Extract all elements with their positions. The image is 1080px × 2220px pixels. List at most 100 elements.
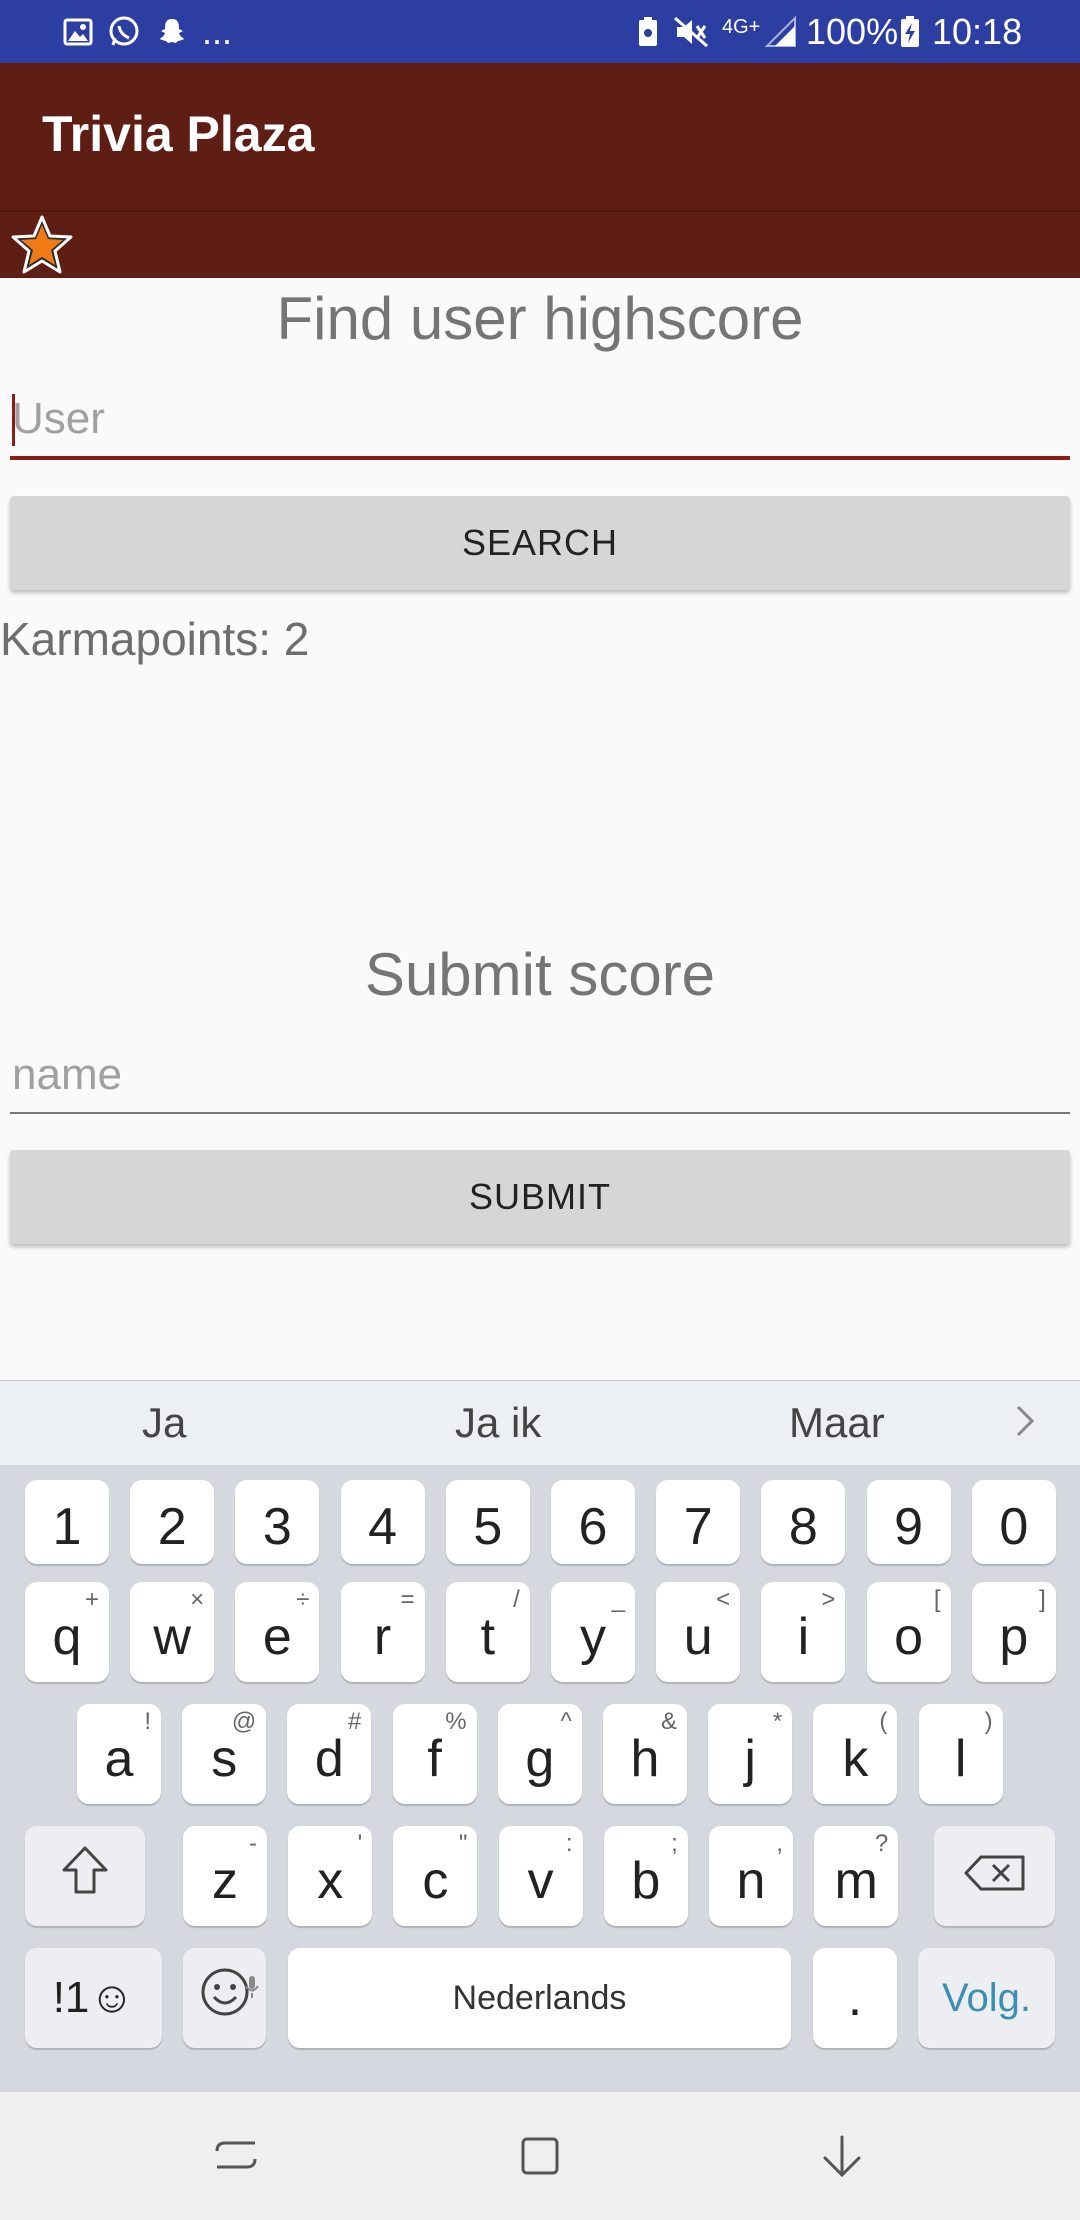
key-label: z (212, 1852, 238, 1910)
submit-button[interactable]: SUBMIT (10, 1150, 1070, 1244)
letter-key[interactable]: s @ (182, 1704, 267, 1804)
letter-key[interactable]: i > (761, 1582, 846, 1682)
app-bar: Trivia Plaza (0, 63, 1080, 210)
letter-key[interactable]: m? (814, 1826, 899, 1926)
letter-key[interactable]: o[ (866, 1582, 951, 1682)
number-key[interactable]: 7 (656, 1480, 741, 1564)
space-key[interactable]: Nederlands (288, 1948, 791, 2048)
suggestion-item[interactable]: Ja ik (455, 1399, 541, 1447)
key-label: q (52, 1608, 82, 1666)
letter-key[interactable]: b; (603, 1826, 688, 1926)
key-label: 8 (788, 1498, 818, 1556)
suggestion-item[interactable]: Maar (789, 1399, 885, 1447)
letter-key[interactable]: n, (709, 1826, 793, 1926)
letter-key[interactable]: v: (498, 1826, 583, 1926)
key-secondary-label: ) (984, 1708, 993, 1735)
letter-key[interactable]: k( (813, 1704, 898, 1804)
key-secondary-label: ^ (560, 1708, 572, 1735)
key-secondary-label: ÷ (296, 1586, 310, 1613)
key-secondary-label: < (716, 1586, 731, 1613)
user-search-input[interactable] (10, 386, 1074, 452)
submit-score-heading: Submit score (364, 941, 716, 1008)
number-key[interactable]: 4 (340, 1480, 425, 1564)
number-key[interactable]: 5 (445, 1480, 530, 1564)
key-label: k (842, 1730, 869, 1788)
letter-key[interactable]: j * (708, 1704, 793, 1804)
letter-key[interactable]: z- (183, 1826, 267, 1926)
shift-key[interactable] (25, 1826, 145, 1926)
next-key[interactable]: Volg. (918, 1948, 1055, 2048)
search-button[interactable]: SEARCH (10, 496, 1070, 590)
letter-key[interactable]: e ÷ (235, 1582, 320, 1682)
key-secondary-label: [ (933, 1586, 941, 1613)
key-secondary-label: , (776, 1830, 783, 1857)
letter-key[interactable]: p] (971, 1582, 1056, 1682)
number-key[interactable]: 6 (551, 1480, 635, 1564)
signal-icon (762, 14, 798, 50)
letter-key[interactable]: d # (287, 1704, 372, 1804)
number-key[interactable]: 9 (866, 1480, 951, 1564)
number-key[interactable]: 2 (130, 1480, 215, 1564)
key-label: v (527, 1852, 554, 1910)
key-label: m (834, 1852, 878, 1910)
key-secondary-label: # (348, 1708, 362, 1735)
number-key[interactable]: 0 (971, 1480, 1056, 1564)
status-bar: ... 4G+ 100% 10:18 (0, 0, 1080, 63)
app-title: Trivia Plaza (42, 106, 315, 162)
letter-key[interactable]: y _ (551, 1582, 635, 1682)
key-label: 2 (157, 1498, 187, 1556)
key-label: j (744, 1730, 756, 1788)
period-key[interactable]: . (813, 1948, 897, 2048)
letter-key[interactable]: u < (656, 1582, 741, 1682)
letter-key[interactable]: h & (603, 1704, 687, 1804)
suggestion-item[interactable]: Ja (142, 1399, 186, 1447)
backspace-icon (963, 1846, 1027, 1906)
chevron-right-icon[interactable] (1012, 1401, 1040, 1446)
mute-icon (672, 14, 710, 50)
name-field-container (10, 1042, 1074, 1114)
letter-key[interactable]: x ' (288, 1826, 373, 1926)
gallery-icon (62, 14, 94, 50)
karmapoints-result: Karmapoints: 2 (0, 613, 310, 665)
letter-key[interactable]: q + (25, 1582, 109, 1682)
key-label: b (631, 1852, 661, 1910)
number-key[interactable]: 8 (761, 1480, 846, 1564)
battery-saver-icon (636, 14, 660, 50)
backspace-key[interactable] (934, 1826, 1055, 1926)
key-secondary-label: - (249, 1830, 257, 1857)
toolbar (0, 210, 1080, 278)
key-label: x (317, 1852, 344, 1910)
snapchat-icon (155, 14, 189, 50)
letter-key[interactable]: l) (918, 1704, 1003, 1804)
letter-key[interactable]: a! (77, 1704, 161, 1804)
letter-key[interactable]: r = (340, 1582, 425, 1682)
symbols-key[interactable]: !1☺ (25, 1948, 162, 2048)
back-icon[interactable] (802, 2126, 882, 2186)
number-key[interactable]: 1 (25, 1480, 109, 1564)
key-secondary-label: ? (874, 1830, 889, 1857)
key-label: h (630, 1730, 660, 1788)
recent-apps-icon[interactable] (196, 2126, 276, 2186)
suggestion-strip: Ja Ja ik Maar (0, 1380, 1080, 1465)
letter-key[interactable]: t / (445, 1582, 530, 1682)
star-icon[interactable] (10, 214, 74, 276)
key-label: o (894, 1608, 924, 1666)
number-key[interactable]: 3 (235, 1480, 320, 1564)
key-label: 6 (578, 1498, 608, 1556)
key-label: i (797, 1608, 810, 1666)
key-label: l (954, 1730, 967, 1788)
navigation-bar (0, 2092, 1080, 2220)
user-field-container (10, 386, 1074, 460)
letter-key[interactable]: w × (130, 1582, 215, 1682)
key-label: f (427, 1730, 442, 1788)
emoji-key[interactable] (183, 1948, 266, 2048)
letter-key[interactable]: f% (392, 1704, 477, 1804)
key-secondary-label: @ (231, 1708, 257, 1735)
key-label: 7 (683, 1498, 713, 1556)
key-label: r (373, 1608, 392, 1666)
home-icon[interactable] (500, 2126, 580, 2186)
name-input[interactable] (10, 1042, 1074, 1108)
key-secondary-label: " (458, 1830, 468, 1857)
letter-key[interactable]: g ^ (497, 1704, 582, 1804)
letter-key[interactable]: c " (393, 1826, 478, 1926)
